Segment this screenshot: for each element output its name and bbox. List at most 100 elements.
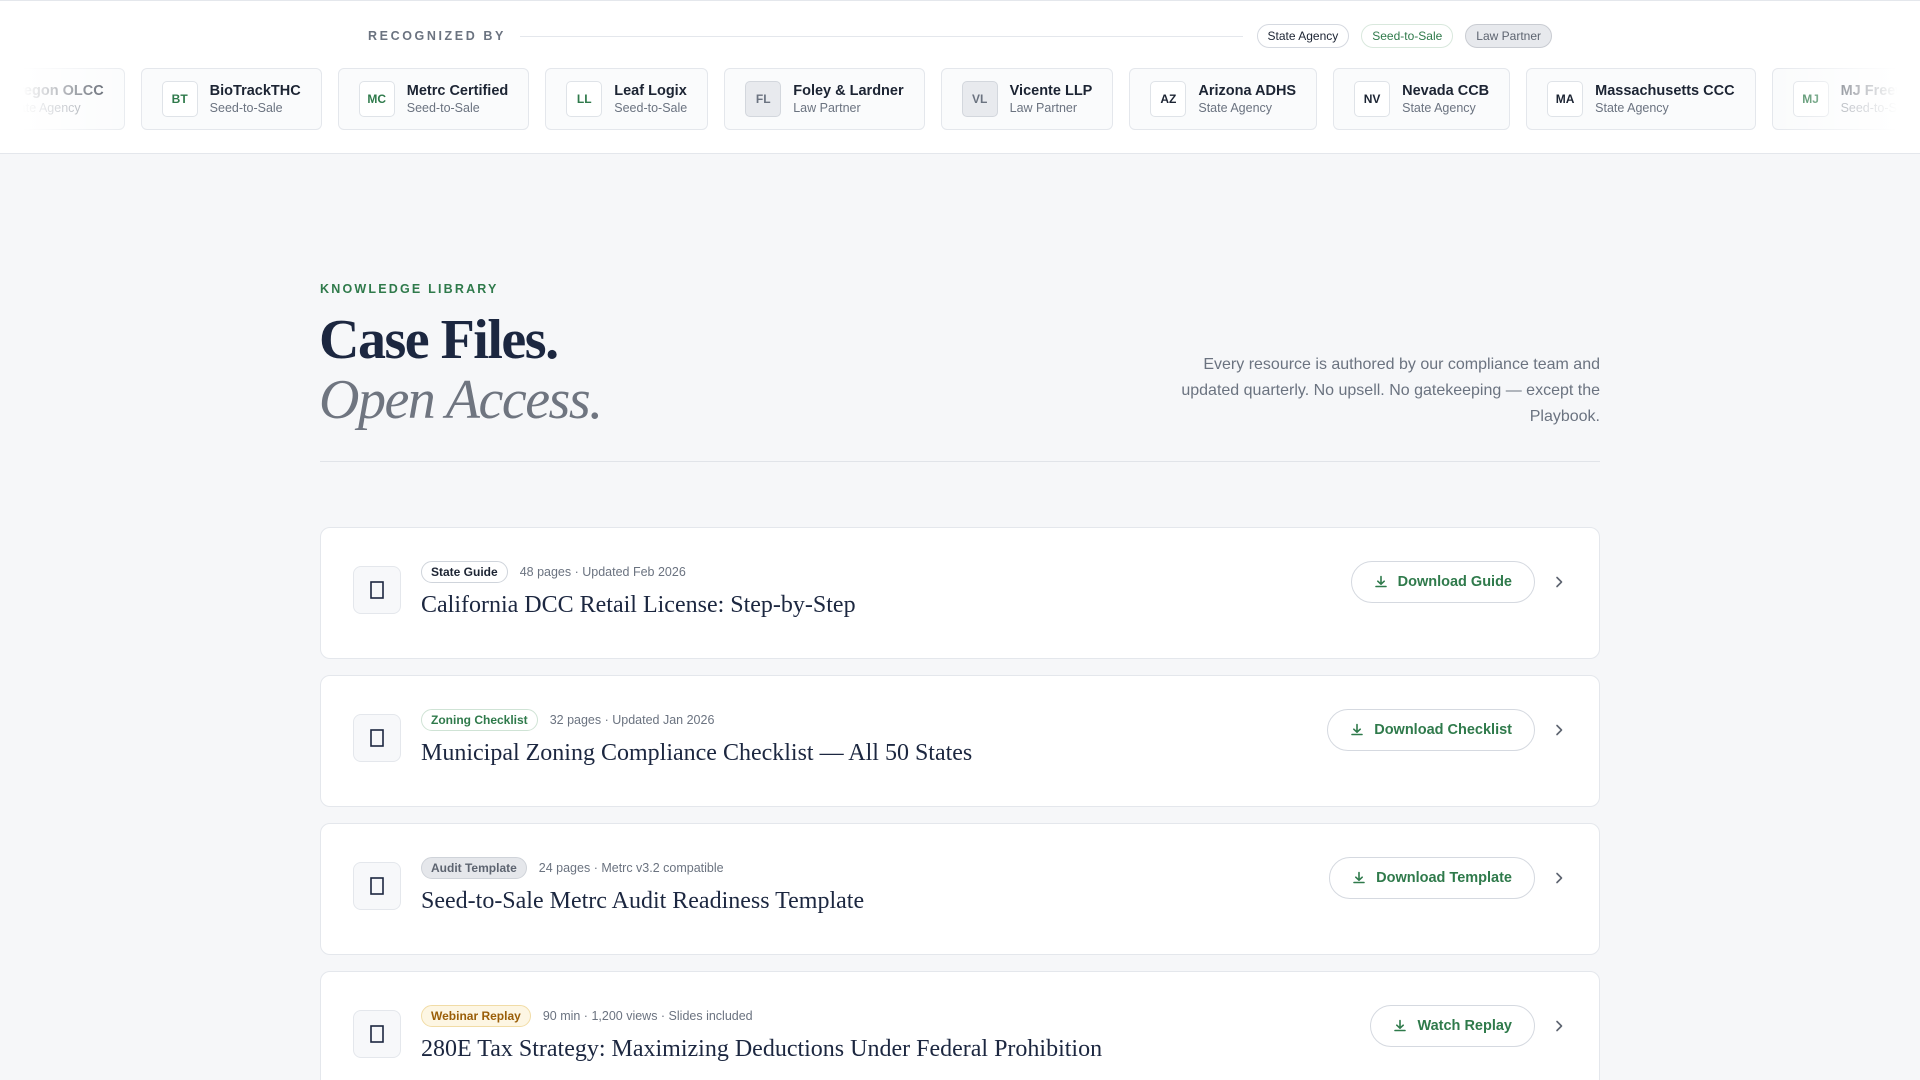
resource-title[interactable]: Municipal Zoning Compliance Checklist — … [421,740,972,767]
resource-type-tag: Zoning Checklist [421,709,538,731]
partner-type: Seed-to-Sale [1840,101,1914,115]
partner-text: Nevada CCB State Agency [1402,82,1489,116]
page-subtitle: Open Access. [319,369,603,431]
partner-type: Law Partner [1009,101,1078,115]
partner-card: NV Nevada CCB State Agency [1333,68,1511,130]
partner-type: State Agency [1402,101,1476,115]
resource-title[interactable]: Seed-to-Sale Metrc Audit Readiness Templ… [421,888,864,915]
chevron-right-icon[interactable] [1551,722,1567,738]
recognized-header: RECOGNIZED BY State Agency Seed-to-Sale … [368,23,1552,49]
legend-state-agency: State Agency [1256,24,1350,48]
partner-card: OROregon OLCCState Agency [0,68,125,130]
resource-type-tag: State Guide [421,561,508,583]
divider [519,35,1243,37]
resource-card[interactable]: Audit Template 24 pages · Metrc v3.2 comp… [320,823,1600,955]
chevron-right-icon[interactable] [1551,870,1567,886]
resource-action-button[interactable]: Download Guide [1350,561,1535,603]
partner-monogram: LL [566,81,603,117]
partner-monogram: NV [1354,81,1391,117]
legend-law-partner: Law Partner [1465,24,1552,48]
partner-text: Massachusetts CCC State Agency [1595,82,1734,116]
section-divider [320,461,1600,462]
partner-monogram: BT [161,81,198,117]
partner-text: Vicente LLP Law Partner [1010,82,1093,116]
resource-type-tag: Webinar Replay [421,1005,531,1027]
partner-name: Leaf Logix [614,83,687,99]
chevron-right-icon[interactable] [1551,1018,1567,1034]
partner-name: Vicente LLP [1009,83,1093,99]
document-icon [353,1010,401,1058]
resource-action-label: Download Template [1376,870,1512,886]
partner-name: Arizona ADHS [1198,83,1297,99]
resource-action-label: Watch Replay [1417,1018,1512,1034]
partner-type: State Agency [1595,101,1669,115]
partner-type-legend: State Agency Seed-to-Sale Law Partner [1256,24,1552,48]
resource-type-tag: Audit Template [421,857,527,879]
partner-type: Seed-to-Sale [406,101,480,115]
partner-monogram: MJ [1792,81,1829,117]
resource-action-label: Download Guide [1397,574,1512,590]
partner-name: MJ Freeway [1840,83,1920,99]
resource-meta: 32 pages · Updated Jan 2026 [549,713,715,727]
download-icon [1350,723,1364,737]
partner-monogram: MA [1547,81,1584,117]
partner-type: Seed-to-Sale [209,101,283,115]
resource-meta-row: State Guide 48 pages · Updated Feb 2026 [421,561,686,583]
resource-card[interactable]: Zoning Checklist 32 pages · Updated Jan 2… [320,675,1600,807]
partner-card: VL Vicente LLP Law Partner [940,68,1114,130]
chevron-right-icon[interactable] [1551,574,1567,590]
partner-monogram: MC [358,81,395,117]
partner-name: Massachusetts CCC [1595,83,1735,99]
resource-meta: 48 pages · Updated Feb 2026 [519,565,686,579]
recognized-title: RECOGNIZED BY [368,29,506,43]
partner-card: FL Foley & Lardner Law Partner [724,68,925,130]
legend-seed-to-sale: Seed-to-Sale [1361,24,1454,48]
resource-meta: 24 pages · Metrc v3.2 compatible [538,861,724,875]
resource-action-button[interactable]: Download Template [1329,857,1535,899]
resource-meta-row: Audit Template 24 pages · Metrc v3.2 comp… [421,857,724,879]
resource-meta: 90 min · 1,200 views · Slides included [542,1009,753,1023]
section-eyebrow: KNOWLEDGE LIBRARY [320,282,499,296]
partner-monogram: VL [961,81,998,117]
resource-card[interactable]: Webinar Replay 90 min · 1,200 views · Sli… [320,971,1600,1080]
partner-name: Nevada CCB [1402,83,1490,99]
partner-card: MJ MJ Freeway Seed-to-Sale [1771,68,1920,130]
resource-action-label: Download Checklist [1374,722,1512,738]
resource-title[interactable]: California DCC Retail License: Step-by-S… [421,592,856,619]
resource-meta-row: Zoning Checklist 32 pages · Updated Jan 2… [421,709,714,731]
partner-type: Seed-to-Sale [614,101,688,115]
partner-card: MC Metrc Certified Seed-to-Sale [337,68,530,130]
partner-card: MA Massachusetts CCC State Agency [1526,68,1756,130]
partner-marquee: OROregon OLCCState AgencyBTBioTrackTHCSe… [0,68,1920,130]
partner-name: Foley & Lardner [793,83,904,99]
partner-monogram: AZ [1150,81,1187,117]
partner-card: AZ Arizona ADHS State Agency [1129,68,1318,130]
partner-name: Oregon OLCC [7,83,104,99]
download-icon [1393,1019,1407,1033]
resource-action-button[interactable]: Download Checklist [1327,709,1535,751]
partner-monogram: FL [745,81,782,117]
partner-card: BT BioTrackTHC Seed-to-Sale [140,68,322,130]
partner-type: State Agency [7,101,81,115]
resource-title[interactable]: 280E Tax Strategy: Maximizing Deductions… [421,1036,1102,1063]
partner-text: MJ Freeway Seed-to-Sale [1841,82,1920,116]
partner-type: State Agency [1198,101,1273,115]
resource-meta-row: Webinar Replay 90 min · 1,200 views · Sli… [421,1005,753,1027]
partner-text: Oregon OLCC State Agency [7,82,104,116]
library-description: Every resource is authored by our compli… [1181,356,1600,425]
partner-text: Foley & Lardner Law Partner [793,82,903,116]
partner-text: Leaf Logix Seed-to-Sale [614,82,687,116]
partner-name: Metrc Certified [406,83,509,99]
page-title: Case Files. [319,309,559,371]
resource-action-button[interactable]: Watch Replay [1370,1005,1535,1047]
download-icon [1352,871,1366,885]
partner-text: Metrc Certified Seed-to-Sale [407,82,509,116]
download-icon [1374,575,1388,589]
recognized-by-section: RECOGNIZED BY State Agency Seed-to-Sale … [0,0,1920,154]
document-icon [353,714,401,762]
document-icon [353,566,401,614]
document-icon [353,862,401,910]
partner-text: BioTrackTHC Seed-to-Sale [210,82,301,116]
resource-list: State Guide 48 pages · Updated Feb 2026 Ca… [320,527,1600,1080]
resource-card[interactable]: State Guide 48 pages · Updated Feb 2026 Ca… [320,527,1600,659]
